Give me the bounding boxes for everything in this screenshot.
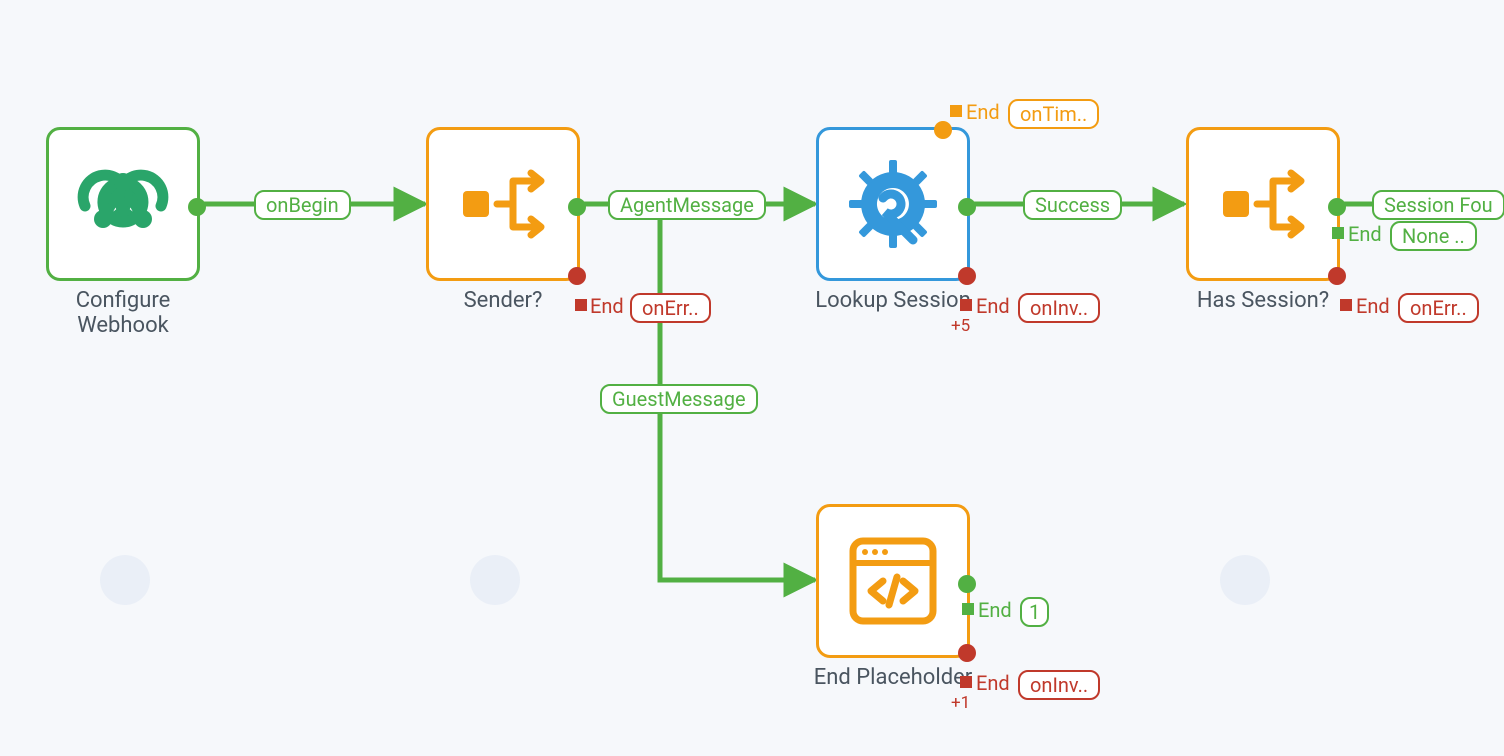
end-label: End: [976, 294, 1010, 318]
stop-icon: [960, 299, 972, 311]
node-label: Configure Webhook: [38, 288, 208, 338]
gear-wrench-icon: [843, 154, 943, 254]
end-label: End: [966, 100, 1000, 124]
timeout-tag-ontim[interactable]: onTim..: [1008, 99, 1099, 129]
bg-circle: [470, 555, 520, 605]
stop-icon: [962, 603, 974, 615]
stop-icon: [1332, 227, 1344, 239]
error-tag-onerr[interactable]: onErr..: [630, 293, 711, 323]
node-end-placeholder[interactable]: End Placeholder: [816, 504, 970, 658]
plus-count: +1: [951, 693, 970, 713]
error-tag-oninv[interactable]: onInv..: [1018, 670, 1100, 700]
stop-icon: [950, 105, 962, 117]
output-port[interactable]: [188, 198, 206, 216]
end-label: End: [1348, 222, 1382, 246]
node-label: Sender?: [464, 288, 543, 313]
output-port-error[interactable]: [958, 644, 976, 662]
count-tag-1[interactable]: 1: [1020, 597, 1049, 627]
end-label: End: [590, 294, 624, 318]
connection-layer: [0, 0, 1504, 756]
bg-circle: [100, 555, 150, 605]
output-port-success[interactable]: [568, 198, 586, 216]
flow-canvas[interactable]: { "nodes": { "configure_webhook": { "lab…: [0, 0, 1504, 756]
edge-label-agentmessage[interactable]: AgentMessage: [608, 190, 766, 220]
end-label: End: [1356, 294, 1390, 318]
node-label: Has Session?: [1197, 288, 1329, 313]
output-port-error[interactable]: [1328, 267, 1346, 285]
stop-icon: [1340, 299, 1352, 311]
end-label: End: [978, 598, 1012, 622]
edge-label-sessionfound[interactable]: Session Fou: [1372, 190, 1504, 220]
edge-label-success[interactable]: Success: [1023, 190, 1122, 220]
output-port-error[interactable]: [958, 267, 976, 285]
edge-label-onbegin[interactable]: onBegin: [254, 190, 351, 220]
node-has-session[interactable]: Has Session?: [1186, 127, 1340, 281]
branch-icon: [463, 169, 543, 239]
node-label: End Placeholder: [814, 665, 972, 690]
bg-circle: [1220, 555, 1270, 605]
error-tag-onerr[interactable]: onErr..: [1398, 293, 1479, 323]
error-tag-oninv[interactable]: onInv..: [1018, 293, 1100, 323]
output-port-success[interactable]: [958, 198, 976, 216]
node-lookup-session[interactable]: Lookup Session: [816, 127, 970, 281]
webhook-icon: [73, 154, 173, 254]
output-port-timeout[interactable]: [934, 121, 952, 139]
node-configure-webhook[interactable]: Configure Webhook: [46, 127, 200, 281]
node-sender[interactable]: Sender?: [426, 127, 580, 281]
stop-icon: [960, 676, 972, 688]
branch-icon: [1223, 169, 1303, 239]
output-port-success[interactable]: [958, 575, 976, 593]
stop-icon: [575, 299, 587, 311]
none-tag[interactable]: None ..: [1390, 221, 1477, 251]
code-window-icon: [845, 533, 941, 629]
edge-label-guestmessage[interactable]: GuestMessage: [600, 384, 758, 414]
output-port-found[interactable]: [1328, 198, 1346, 216]
plus-count: +5: [951, 316, 970, 336]
output-port-error[interactable]: [568, 267, 586, 285]
end-label: End: [976, 671, 1010, 695]
node-label: Lookup Session: [815, 288, 971, 313]
